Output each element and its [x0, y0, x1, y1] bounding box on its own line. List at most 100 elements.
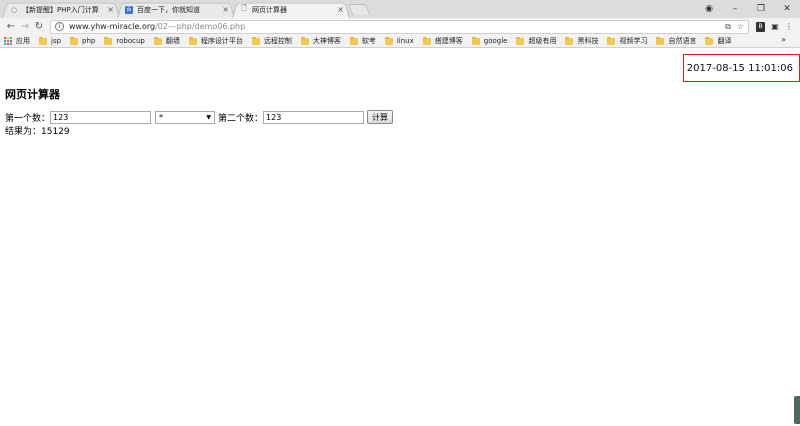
side-widget[interactable] [794, 396, 800, 424]
bookmark-item[interactable]: 翻译 [705, 36, 731, 46]
folder-icon [565, 36, 574, 45]
first-number-input[interactable] [50, 110, 152, 124]
folder-icon [656, 36, 665, 45]
tab-web-calculator[interactable]: 🗋 网页计算器 × [232, 1, 350, 18]
forward-icon[interactable]: → [18, 21, 32, 32]
browser-chrome: ◌ 【新提醒】PHP入门计算 × 百 百度一下，你就知道 × 🗋 网页计算器 ×… [0, 0, 800, 48]
bookmark-label: 远程控制 [263, 37, 292, 45]
bookmark-item[interactable]: jsp [39, 36, 62, 45]
bookmark-label: 应用 [16, 37, 30, 45]
star-icon[interactable]: ☆ [737, 22, 744, 32]
folder-icon [153, 36, 162, 45]
folder-icon [471, 36, 480, 45]
translate-icon[interactable]: ⧉ [725, 22, 731, 32]
tab-baidu[interactable]: 百 百度一下，你就知道 × [117, 1, 235, 18]
bookmark-item[interactable]: 超级有用 [516, 36, 556, 46]
bookmark-label: 软考 [361, 37, 376, 45]
first-number-label: 第一个数： [5, 113, 51, 124]
bookmark-item[interactable]: 程序设计平台 [188, 36, 243, 46]
close-icon[interactable]: × [222, 5, 229, 14]
datetime-display: 2017-08-15 11:01:06 [683, 54, 800, 82]
bookmark-label: 自然语言 [668, 37, 697, 45]
bookmark-label: linux [396, 37, 414, 45]
close-icon[interactable]: × [337, 5, 344, 14]
loading-icon: ◌ [10, 5, 18, 14]
folder-icon [705, 36, 714, 45]
bookmark-label: 翻墙 [165, 37, 180, 45]
bookmark-label: jsp [51, 37, 62, 45]
extension-2-icon[interactable]: ▣ [768, 22, 782, 31]
folder-icon [516, 36, 525, 45]
apps-grid-icon [4, 37, 12, 45]
bookmark-label: 程序设计平台 [200, 37, 243, 45]
folder-icon [39, 36, 47, 45]
menu-icon[interactable]: ⋮ [782, 22, 796, 31]
tab-title: 【新提醒】PHP入门计算 [22, 5, 99, 14]
bookmark-label: 视频学习 [619, 37, 648, 45]
bookmark-item[interactable]: 大神博客 [300, 36, 341, 46]
bookmarks-bar: 应用 jsp php robocup 翻墙 程序设计平台 远程控制 大神博客 软考 linux 搭… [0, 35, 800, 48]
folder-icon [251, 36, 260, 45]
bookmark-item[interactable]: 视频学习 [607, 36, 647, 46]
folder-icon [300, 36, 309, 45]
url-path: /02---php/demo06.php [155, 22, 246, 31]
folder-icon [104, 36, 113, 45]
bookmark-label: 黑科技 [577, 37, 599, 45]
page-title: 网页计算器 [5, 88, 60, 101]
bookmark-label: 翻译 [717, 37, 732, 45]
folder-icon [384, 36, 393, 45]
tab-title: 网页计算器 [252, 5, 287, 14]
url-host: www.yhw-miracle.org [69, 22, 156, 31]
bookmark-item[interactable]: 黑科技 [565, 36, 598, 46]
window-controls: ◉ – ❐ ✕ [696, 0, 800, 18]
bookmark-item[interactable]: linux [384, 36, 414, 45]
folder-icon [607, 36, 616, 45]
bookmark-item[interactable]: php [70, 36, 96, 45]
bookmark-item[interactable]: 远程控制 [251, 36, 292, 46]
bookmark-label: 搭建博客 [434, 37, 463, 45]
operator-select[interactable]: * ▼ [155, 110, 216, 124]
tab-strip: ◌ 【新提醒】PHP入门计算 × 百 百度一下，你就知道 × 🗋 网页计算器 ×… [0, 0, 800, 18]
bookmark-label: 超级有用 [528, 37, 557, 45]
folder-icon [188, 36, 197, 45]
bookmark-label: 大神博客 [312, 37, 341, 45]
folder-icon [422, 36, 431, 45]
bookmark-label: google [483, 37, 508, 45]
folder-icon [349, 36, 358, 45]
tab-title: 百度一下，你就知道 [137, 5, 200, 14]
address-bar-row: ← → ↻ i www.yhw-miracle.org/02---php/dem… [0, 18, 800, 35]
baidu-icon: 百 [125, 5, 133, 14]
reload-icon[interactable]: ↻ [32, 21, 46, 32]
bookmark-item[interactable]: 软考 [349, 36, 376, 46]
back-icon[interactable]: ← [4, 21, 18, 32]
second-number-label: 第二个数： [218, 113, 264, 124]
result-text: 结果为：15129 [5, 127, 70, 137]
calculate-button[interactable]: 计算 [367, 110, 394, 124]
info-icon[interactable]: i [55, 22, 64, 31]
bookmark-item[interactable]: 自然语言 [656, 36, 696, 46]
close-icon[interactable]: × [107, 5, 114, 14]
close-window-button[interactable]: ✕ [774, 4, 800, 14]
bookmark-apps[interactable]: 应用 [4, 36, 30, 46]
extension-icon[interactable]: B [756, 21, 765, 32]
operator-value: * [159, 112, 164, 122]
second-number-input[interactable] [263, 110, 365, 124]
folder-icon [70, 36, 79, 45]
page-content: 2017-08-15 11:01:06 网页计算器 第一个数： * ▼ 第二个数… [0, 48, 800, 426]
minimize-button[interactable]: – [722, 4, 748, 14]
dropdown-arrow-icon: ▼ [206, 113, 212, 121]
profile-icon[interactable]: ◉ [696, 4, 722, 14]
url-input[interactable]: i www.yhw-miracle.org/02---php/demo06.ph… [50, 19, 749, 34]
bookmark-item[interactable]: 搭建博客 [422, 36, 463, 46]
bookmark-label: php [82, 37, 96, 45]
bookmark-item[interactable]: 翻墙 [153, 36, 180, 46]
calculator-form: 第一个数： * ▼ 第二个数： 计算 [5, 110, 394, 124]
tab-php-intro[interactable]: ◌ 【新提醒】PHP入门计算 × [2, 1, 120, 18]
bookmarks-more-icon[interactable]: » [781, 35, 786, 44]
bookmark-label: robocup [116, 37, 145, 45]
document-icon: 🗋 [241, 4, 247, 12]
new-tab-button[interactable] [347, 4, 371, 15]
restore-button[interactable]: ❐ [748, 4, 774, 14]
bookmark-item[interactable]: robocup [104, 36, 145, 45]
bookmark-item[interactable]: google [471, 36, 508, 45]
